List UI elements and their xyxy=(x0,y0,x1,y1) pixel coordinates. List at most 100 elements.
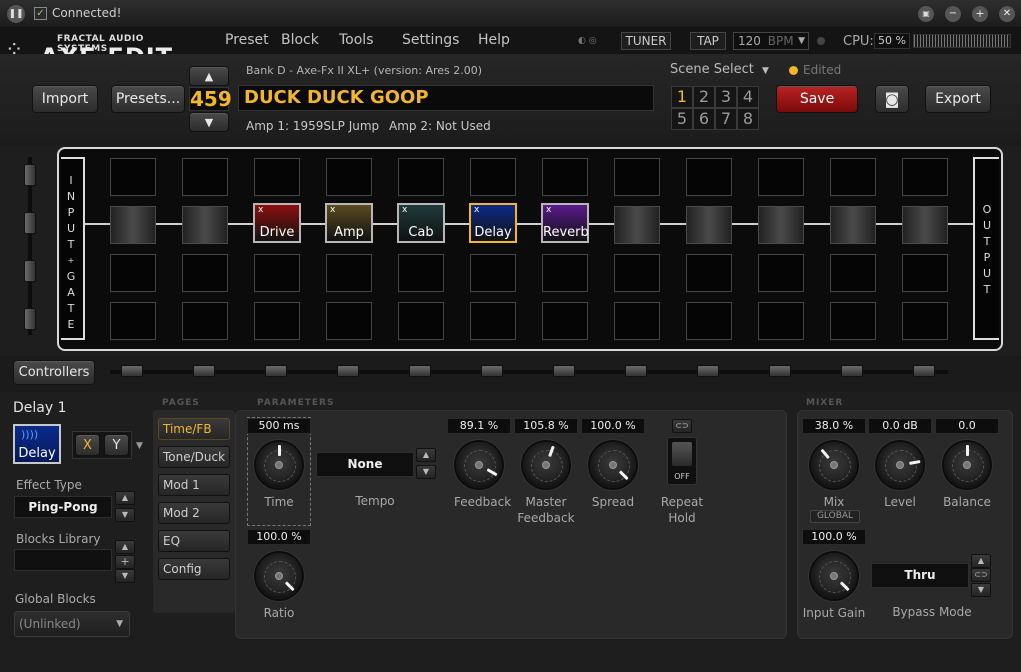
menu-preset[interactable]: Preset xyxy=(225,32,269,48)
maximize-icon[interactable]: + xyxy=(972,6,988,22)
close-icon[interactable]: x xyxy=(402,205,407,215)
shunt-cell[interactable] xyxy=(686,206,732,244)
menu-help[interactable]: Help xyxy=(478,32,510,48)
empty-grid-cell[interactable] xyxy=(830,302,876,340)
close-icon[interactable]: x xyxy=(546,205,551,215)
controller-slider-handle[interactable] xyxy=(265,365,287,377)
shunt-cell[interactable] xyxy=(110,206,156,244)
scene-button-4[interactable]: 4 xyxy=(737,86,759,108)
controller-slider-handle[interactable] xyxy=(841,365,863,377)
chevron-down-icon[interactable]: ▼ xyxy=(136,441,143,451)
empty-grid-cell[interactable] xyxy=(110,158,156,196)
x-button[interactable]: X xyxy=(75,434,100,456)
shunt-cell[interactable] xyxy=(902,206,948,244)
ratio-knob[interactable] xyxy=(256,553,302,599)
menu-settings[interactable]: Settings xyxy=(402,32,459,48)
presets-button[interactable]: Presets... xyxy=(111,85,185,113)
repeat-hold-toggle[interactable]: OFF xyxy=(667,437,697,485)
controller-slider-handle[interactable] xyxy=(697,365,719,377)
menu-block[interactable]: Block xyxy=(281,32,319,48)
empty-grid-cell[interactable] xyxy=(470,158,516,196)
controller-slider-handle[interactable] xyxy=(625,365,647,377)
balance-value[interactable]: 0.0 xyxy=(935,418,999,434)
scene-button-5[interactable]: 5 xyxy=(671,108,693,130)
bpm-field[interactable]: 120 BPM ▼ xyxy=(733,32,809,50)
empty-grid-cell[interactable] xyxy=(902,158,948,196)
empty-grid-cell[interactable] xyxy=(182,254,228,292)
block-icon[interactable]: )))) Delay xyxy=(13,424,61,464)
scene-button-3[interactable]: 3 xyxy=(715,86,737,108)
master-feedback-knob[interactable] xyxy=(523,442,569,488)
scene-button-6[interactable]: 6 xyxy=(693,108,715,130)
shunt-cell[interactable] xyxy=(614,206,660,244)
level-knob[interactable] xyxy=(877,442,923,488)
shunt-cell[interactable] xyxy=(182,206,228,244)
bypass-mode-field[interactable]: Thru xyxy=(871,563,969,588)
snapshot-button[interactable]: ◙ xyxy=(875,85,909,113)
controller-slider-handle[interactable] xyxy=(481,365,503,377)
scene-button-8[interactable]: 8 xyxy=(737,108,759,130)
global-blocks-select[interactable]: (Unlinked) ▼ xyxy=(14,611,130,637)
tab-mod-1[interactable]: Mod 1 xyxy=(158,474,230,496)
library-down[interactable]: ▼ xyxy=(115,569,135,583)
empty-grid-cell[interactable] xyxy=(686,254,732,292)
preset-name-field[interactable]: DUCK DUCK GOOP xyxy=(238,85,654,111)
preset-down-button[interactable]: ▼ xyxy=(189,112,229,132)
menu-tools[interactable]: Tools xyxy=(339,32,374,48)
export-button[interactable]: Export xyxy=(925,85,991,113)
controller-slider-handle[interactable] xyxy=(553,365,575,377)
close-icon[interactable]: ✕ xyxy=(999,6,1015,22)
settings-window-icon[interactable]: ▣ xyxy=(918,6,934,22)
level-value[interactable]: 0.0 dB xyxy=(868,418,932,434)
controller-slider-handle[interactable] xyxy=(913,365,935,377)
empty-grid-cell[interactable] xyxy=(614,302,660,340)
library-up[interactable]: ▲ xyxy=(115,540,135,554)
empty-grid-cell[interactable] xyxy=(902,302,948,340)
empty-grid-cell[interactable] xyxy=(182,302,228,340)
preset-up-button[interactable]: ▲ xyxy=(189,66,229,86)
empty-grid-cell[interactable] xyxy=(758,302,804,340)
shunt-cell[interactable] xyxy=(830,206,876,244)
minimize-icon[interactable]: − xyxy=(945,6,961,22)
mix-value[interactable]: 38.0 % xyxy=(802,418,866,434)
block-cab[interactable]: x Cab xyxy=(397,203,445,243)
empty-grid-cell[interactable] xyxy=(254,302,300,340)
empty-grid-cell[interactable] xyxy=(542,158,588,196)
empty-grid-cell[interactable] xyxy=(470,302,516,340)
tuner-button[interactable]: TUNER xyxy=(621,32,671,50)
mix-knob[interactable] xyxy=(811,442,857,488)
time-knob[interactable] xyxy=(256,442,302,488)
import-button[interactable]: Import xyxy=(32,85,98,113)
controller-slider-handle[interactable] xyxy=(769,365,791,377)
spread-knob[interactable] xyxy=(590,442,636,488)
empty-grid-cell[interactable] xyxy=(830,254,876,292)
global-badge[interactable]: GLOBAL xyxy=(810,510,860,523)
empty-grid-cell[interactable] xyxy=(614,158,660,196)
pause-icon[interactable]: ❚❚ xyxy=(7,5,25,23)
empty-grid-cell[interactable] xyxy=(398,302,444,340)
controller-slider-handle[interactable] xyxy=(337,365,359,377)
input-gain-value[interactable]: 100.0 % xyxy=(802,529,866,545)
empty-grid-cell[interactable] xyxy=(470,254,516,292)
library-add[interactable]: + xyxy=(115,555,135,569)
repeat-hold-link[interactable]: ⊂⊃ xyxy=(672,419,692,433)
empty-grid-cell[interactable] xyxy=(398,254,444,292)
spread-value[interactable]: 100.0 % xyxy=(581,418,645,434)
controller-slider-handle[interactable] xyxy=(409,365,431,377)
empty-grid-cell[interactable] xyxy=(398,158,444,196)
feedback-value[interactable]: 89.1 % xyxy=(447,418,511,434)
scene-fader-handle[interactable] xyxy=(24,212,36,234)
controller-slider-handle[interactable] xyxy=(193,365,215,377)
empty-grid-cell[interactable] xyxy=(254,254,300,292)
shunt-cell[interactable] xyxy=(758,206,804,244)
block-drive[interactable]: x Drive xyxy=(253,203,301,243)
empty-grid-cell[interactable] xyxy=(686,158,732,196)
effect-type-up[interactable]: ▲ xyxy=(115,491,135,505)
input-gain-knob[interactable] xyxy=(811,553,857,599)
empty-grid-cell[interactable] xyxy=(326,254,372,292)
tap-button[interactable]: TAP xyxy=(690,32,726,50)
tab-mod-2[interactable]: Mod 2 xyxy=(158,502,230,524)
tempo-up[interactable]: ▲ xyxy=(416,448,436,462)
balance-knob[interactable] xyxy=(944,442,990,488)
time-value[interactable]: 500 ms xyxy=(247,418,311,434)
